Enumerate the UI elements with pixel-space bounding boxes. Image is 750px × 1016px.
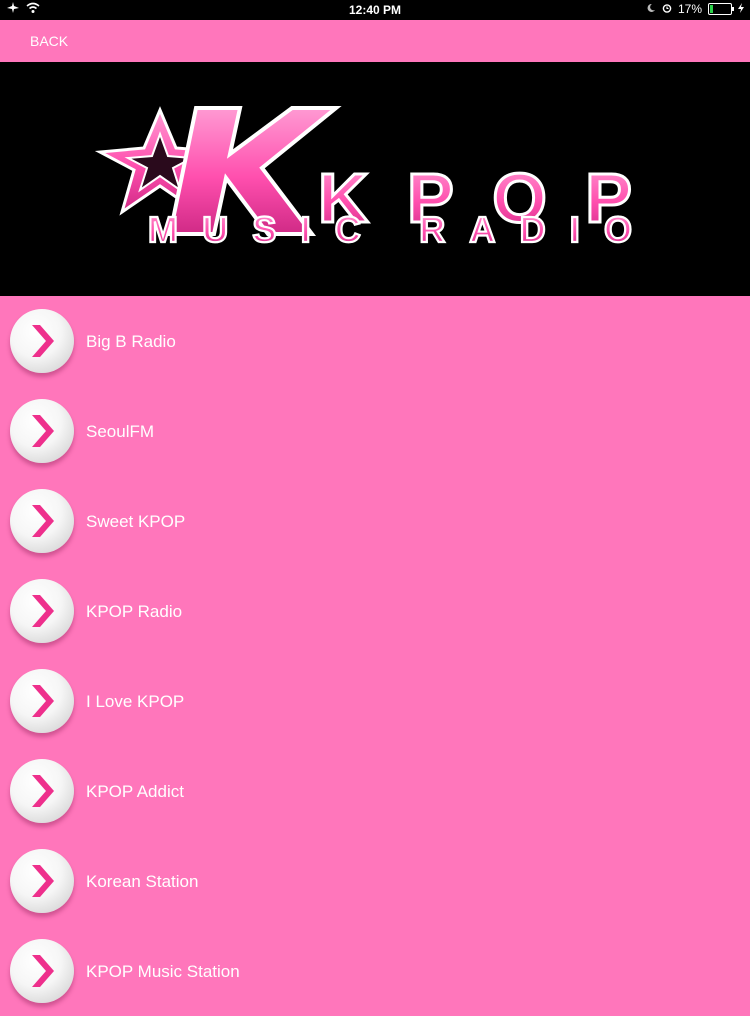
station-list: Big B Radio SeoulFM Sweet KPOP KPOP Radio I … (0, 296, 750, 1016)
station-row[interactable]: Sweet KPOP (0, 476, 750, 566)
station-row[interactable]: I Love KPOP (0, 656, 750, 746)
alarm-icon (662, 2, 672, 16)
station-row[interactable]: SeoulFM (0, 386, 750, 476)
battery-icon (708, 3, 734, 15)
station-row[interactable]: KPOP Music Station (0, 926, 750, 1016)
moon-icon (646, 2, 656, 16)
station-label: KPOP Addict (86, 782, 184, 801)
status-bar: 12:40 PM 17% (0, 0, 750, 20)
station-label: Sweet KPOP (86, 512, 186, 531)
station-row[interactable]: Korean Station (0, 836, 750, 926)
station-label: KPOP Radio (86, 602, 183, 621)
status-time: 12:40 PM (348, 3, 402, 17)
charging-icon (738, 2, 744, 16)
nav-bar: BACK (0, 20, 750, 62)
kpop-logo: KPOP MUSIC RADIO (94, 106, 636, 251)
chevron-right-icon[interactable] (10, 489, 74, 553)
kpop-banner: KPOP MUSIC RADIO (0, 62, 750, 296)
station-row[interactable]: KPOP Radio (0, 566, 750, 656)
chevron-right-icon[interactable] (10, 309, 74, 373)
station-row[interactable]: KPOP Addict (0, 746, 750, 836)
chevron-right-icon[interactable] (10, 849, 74, 913)
chevron-right-icon[interactable] (10, 399, 74, 463)
station-label: I Love KPOP (86, 692, 185, 711)
battery-percent: 17% (677, 2, 702, 16)
station-label: Big B Radio (86, 332, 176, 351)
battery-level (710, 5, 714, 13)
status-right: 17% (646, 2, 744, 16)
logo-subtitle: MUSIC RADIO (148, 209, 636, 250)
chevron-right-icon[interactable] (10, 939, 74, 1003)
station-label: SeoulFM (86, 422, 155, 441)
chevron-right-icon[interactable] (10, 759, 74, 823)
chevron-right-icon[interactable] (10, 579, 74, 643)
chevron-right-icon[interactable] (10, 669, 74, 733)
back-button[interactable]: BACK (30, 33, 68, 49)
station-label: KPOP Music Station (86, 962, 240, 981)
station-row[interactable]: Big B Radio (0, 296, 750, 386)
station-label: Korean Station (86, 872, 199, 891)
